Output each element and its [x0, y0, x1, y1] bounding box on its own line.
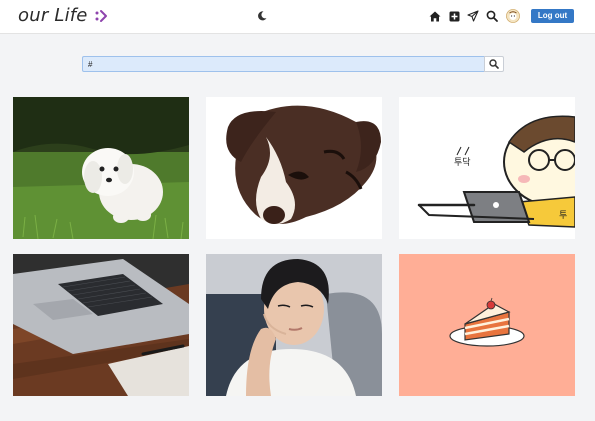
cartoon-text-tu: 투: [559, 210, 567, 221]
logout-button[interactable]: Log out: [531, 9, 574, 23]
heart-arrow-icon: [93, 9, 109, 23]
post-young-man[interactable]: [206, 254, 382, 396]
search-icon[interactable]: [485, 9, 499, 23]
add-box-icon[interactable]: [447, 9, 461, 23]
search-button[interactable]: [484, 56, 504, 72]
post-laptop-desk[interactable]: [13, 254, 189, 396]
logo-text: our Life: [18, 5, 88, 26]
avatar[interactable]: [506, 9, 520, 23]
paper-plane-icon[interactable]: [466, 9, 480, 23]
post-cartoon-laptop[interactable]: 투닥 투: [399, 97, 575, 239]
home-icon[interactable]: [428, 9, 442, 23]
cartoon-text-tudak: 투닥: [454, 157, 471, 168]
moon-icon[interactable]: [256, 9, 268, 21]
navbar: our Life Log out: [0, 0, 595, 34]
search-input[interactable]: [82, 56, 484, 72]
logo[interactable]: our Life: [18, 5, 109, 26]
nav-icons: [428, 9, 520, 23]
post-cake-slice[interactable]: [399, 254, 575, 396]
search-bar: [82, 56, 504, 72]
post-white-puppy[interactable]: [13, 97, 189, 239]
post-dog-illustration[interactable]: [206, 97, 382, 239]
search-icon: [489, 59, 499, 69]
